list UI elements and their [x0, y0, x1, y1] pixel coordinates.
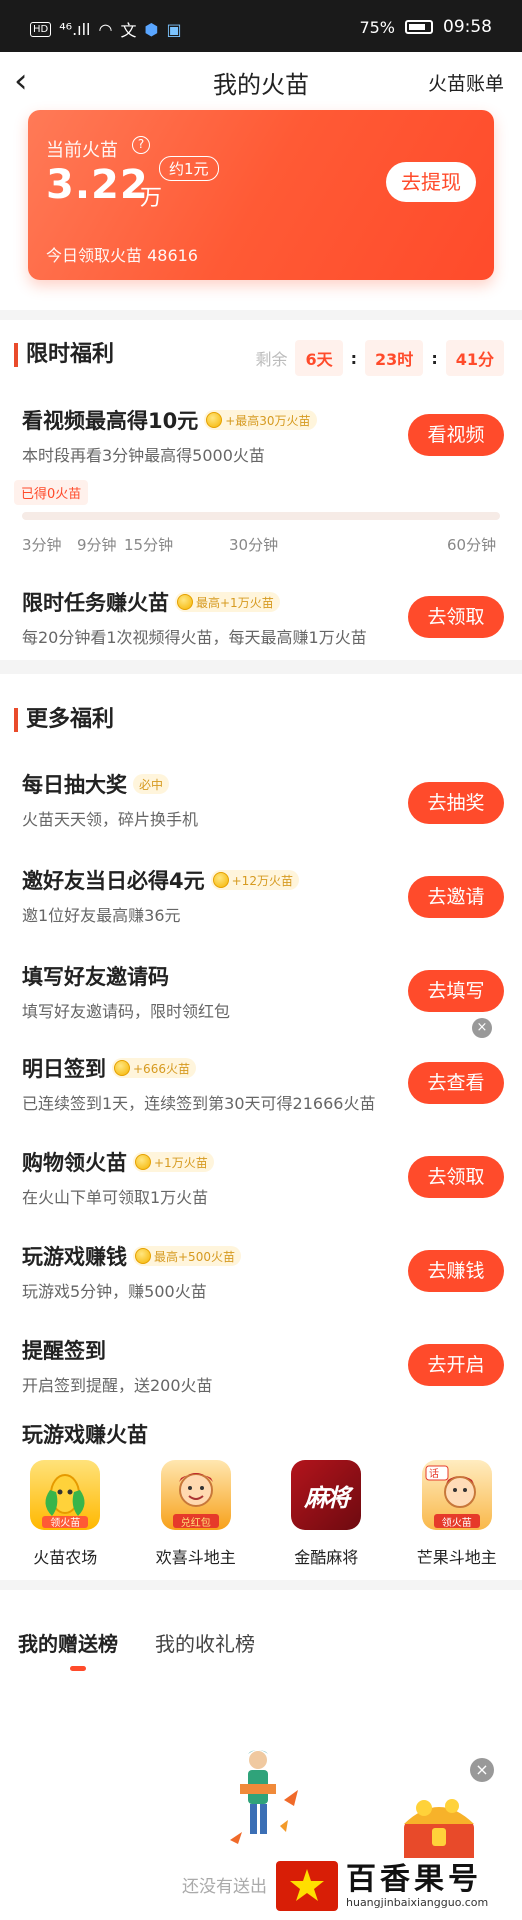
benefit-badge: 最高+500火苗 [133, 1246, 241, 1266]
app-notify-icon: ▣ [166, 19, 182, 39]
more-benefits-title: 更多福利 [14, 708, 114, 732]
coin-icon [206, 412, 223, 428]
countdown-days: 6天 [295, 340, 343, 376]
balance-label: 当前火苗 [46, 140, 118, 161]
benefit-badge: 必中 [133, 774, 170, 794]
benefit-title: 邀好友当日必得4元 [22, 869, 205, 893]
shield-icon: ⬢ [144, 19, 159, 39]
countdown-minutes: 41分 [445, 340, 504, 376]
benefit-badge: +1万火苗 [133, 1152, 214, 1172]
status-right: 75% 09:58 [359, 17, 492, 37]
balance-amount: 3.22 [46, 162, 149, 208]
empty-illustration-icon [230, 1750, 298, 1844]
countdown-timer: 剩余 6天 : 23时 : 41分 [255, 340, 504, 376]
fill-code-button[interactable]: 去填写 [408, 970, 504, 1012]
status-left: HD ⁴⁶.ıll ◠ 文 ⬢ ▣ [30, 17, 182, 41]
game-item[interactable]: 领火苗 火苗农场 [15, 1460, 115, 1568]
lottery-button[interactable]: 去抽奖 [408, 782, 504, 824]
game-tag: 麻将 [304, 1482, 350, 1512]
wifi-icon: ◠ [98, 19, 113, 39]
view-checkin-button[interactable]: 去查看 [408, 1062, 504, 1104]
status-bar: HD ⁴⁶.ıll ◠ 文 ⬢ ▣ 75% 09:58 [0, 0, 522, 52]
games-header: 玩游戏赚火苗 [22, 1420, 502, 1448]
hd-icon: HD [30, 21, 52, 37]
app-header: ‹ 我的火苗 火苗账单 [0, 52, 522, 110]
star-logo-icon [276, 1861, 338, 1911]
farm-game-icon[interactable]: 领火苗 [30, 1460, 101, 1530]
game-item[interactable]: 兑红包 欢喜斗地主 [146, 1460, 246, 1568]
benefit-badge: +666火苗 [112, 1058, 196, 1078]
limited-task-title: 限时任务赚火苗 [22, 591, 169, 615]
battery-percent: 75% [359, 17, 395, 37]
progress-tick: 3分钟 [22, 536, 62, 554]
shopping-claim-button[interactable]: 去领取 [408, 1156, 504, 1198]
today-earned: 今日领取火苗 48616 [46, 246, 198, 265]
game-item[interactable]: 话 领火苗 芒果斗地主 [407, 1460, 507, 1568]
help-icon[interactable]: ? [132, 136, 150, 154]
game-name: 芒果斗地主 [416, 1548, 497, 1567]
countdown-hours: 23时 [365, 340, 424, 376]
battery-icon [405, 20, 433, 34]
withdraw-button[interactable]: 去提现 [386, 162, 476, 202]
mahjong-game-icon[interactable]: 麻将 [291, 1460, 362, 1530]
signal-icon: ⁴⁶.ıll [59, 19, 91, 39]
progress-tick: 9分钟 [77, 536, 117, 554]
benefit-title: 明日签到 [22, 1057, 106, 1081]
invite-button[interactable]: 去邀请 [408, 876, 504, 918]
claim-button[interactable]: 去领取 [408, 596, 504, 638]
game-tag: 领火苗 [50, 1518, 81, 1529]
balance-card: 当前火苗 ? 3.22 万 约1元 去提现 今日领取火苗 48616 [28, 110, 494, 280]
watermark: 百香果号 huangjinbaixiangguo.com [272, 1858, 518, 1914]
game-item[interactable]: 麻将 金酷麻将 [276, 1460, 376, 1568]
game-tag: 兑红包 [180, 1518, 211, 1529]
benefit-title: 提醒签到 [22, 1339, 106, 1363]
tab-my-gifts-sent[interactable]: 我的赠送榜 [18, 1628, 118, 1657]
video-task-title: 看视频最高得10元 [22, 409, 199, 433]
game-name: 金酷麻将 [294, 1548, 359, 1567]
empty-message: 还没有送出 [182, 1877, 267, 1897]
ledger-link[interactable]: 火苗账单 [428, 69, 504, 96]
benefit-title: 填写好友邀请码 [22, 965, 169, 989]
balance-unit: 万 [140, 186, 163, 211]
watermark-url: huangjinbaixiangguo.com [346, 1895, 489, 1909]
close-icon[interactable]: × [472, 1018, 492, 1038]
remaining-label: 剩余 [255, 350, 288, 369]
tab-my-gifts-received[interactable]: 我的收礼榜 [155, 1628, 255, 1657]
coin-icon [177, 594, 193, 610]
coin-icon [114, 1060, 130, 1076]
benefit-title: 每日抽大奖 [22, 773, 127, 797]
games-grid: 领火苗 火苗农场 兑红包 欢喜斗地主 麻将 金酷麻将 话 领火苗 芒果斗地主 [0, 1460, 522, 1568]
watch-video-button[interactable]: 看视频 [408, 414, 504, 456]
progress-tick: 15分钟 [124, 536, 174, 554]
landlord-game-icon[interactable]: 兑红包 [160, 1460, 231, 1530]
benefit-title: 玩游戏赚钱 [22, 1245, 127, 1269]
approx-value-badge: 约1元 [159, 156, 219, 181]
enable-reminder-button[interactable]: 去开启 [408, 1344, 504, 1386]
benefit-badge: +12万火苗 [210, 870, 299, 890]
close-icon[interactable]: × [470, 1758, 494, 1782]
progress-tick: 30分钟 [229, 536, 279, 554]
coin-icon [212, 872, 229, 888]
game-name: 火苗农场 [33, 1548, 98, 1567]
limited-task-badge: 最高+1万火苗 [175, 592, 280, 612]
translate-icon: 文 [120, 21, 137, 40]
limited-benefits-title: 限时福利 [14, 343, 114, 367]
clock: 09:58 [443, 17, 492, 37]
tab-indicator [70, 1666, 86, 1671]
watermark-title: 百香果号 [346, 1861, 482, 1897]
coin-icon [135, 1248, 151, 1264]
earned-tag: 已得0火苗 [14, 480, 89, 505]
games-title: 玩游戏赚火苗 [22, 1423, 148, 1447]
coin-icon [135, 1154, 151, 1170]
game-name: 欢喜斗地主 [155, 1548, 236, 1567]
earn-money-button[interactable]: 去赚钱 [408, 1250, 504, 1292]
game-tag: 领火苗 [441, 1518, 472, 1529]
benefit-title: 购物领火苗 [22, 1151, 127, 1175]
video-task-badge: +最高30万火苗 [204, 410, 317, 430]
progress-tick: 60分钟 [447, 536, 497, 554]
ranking-tabs: 我的赠送榜 我的收礼榜 [0, 1590, 522, 1680]
mango-landlord-game-icon[interactable]: 话 领火苗 [421, 1460, 492, 1530]
svg-text:话: 话 [429, 1468, 439, 1480]
video-progress-bar [22, 512, 500, 520]
